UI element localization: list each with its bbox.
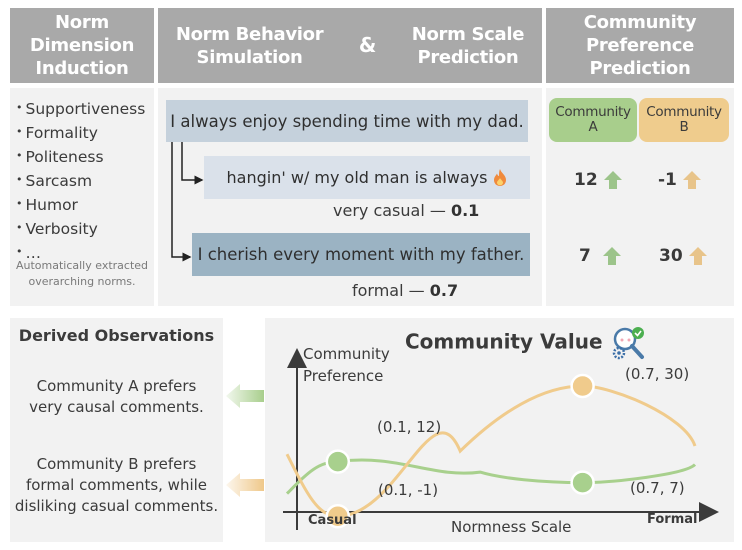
x-tick-casual: Casual [308, 513, 357, 528]
point-label-b-formal: (0.7, 30) [625, 365, 690, 383]
x-axis-label: Normness Scale [451, 518, 572, 536]
upvote-arrow-icon [603, 171, 622, 189]
scale-value: 0.1 [450, 201, 480, 220]
norm-item: Sarcasm [16, 170, 145, 194]
norm-item: Verbosity [16, 218, 145, 242]
point-label-b-casual: (0.1, -1) [378, 481, 439, 499]
upvote-arrow-icon [602, 247, 621, 265]
formal-variant: I cherish every moment with my father. [192, 233, 530, 276]
community-a-casual-value: 12 [574, 169, 624, 191]
header-line: Simulation [196, 46, 303, 68]
scale-label: very casual — [333, 201, 446, 220]
observation-line: Community A prefers [36, 377, 197, 395]
observation-line: Community B prefers [36, 455, 197, 473]
arrow-left-icon [226, 384, 264, 408]
header-line: Preference [585, 35, 695, 56]
norm-item: Formality [16, 122, 145, 146]
fire-icon [493, 169, 507, 186]
caption-line: overarching norms. [28, 275, 136, 288]
source-sentence: I always enjoy spending time with my dad… [166, 100, 528, 142]
x-tick-formal: Formal [647, 512, 698, 527]
tag-line: B [679, 119, 689, 135]
casual-variant-text: hangin' w/ my old man is always [226, 168, 488, 187]
community-a-tag: Community A [549, 98, 637, 142]
header-norm-scale-prediction: Norm Scale Prediction [412, 23, 525, 69]
scale-value: 0.7 [429, 281, 459, 300]
community-preference-panel: Community A Community B 12 -1 7 30 [546, 88, 734, 306]
header-line: Norm Scale [411, 23, 525, 45]
connector-to-casual [181, 142, 204, 185]
casual-variant: hangin' w/ my old man is always [204, 156, 530, 199]
point-label-a-casual: (0.1, 12) [377, 418, 442, 436]
observations-title: Derived Observations [18, 326, 215, 345]
arrow-left-icon [226, 473, 264, 497]
connector-to-formal [171, 142, 192, 262]
tag-line: Community [555, 104, 631, 120]
formal-variant-text: I cherish every moment with my father. [197, 245, 525, 264]
header-line: Dimension [29, 35, 135, 56]
tag-line: A [588, 119, 598, 135]
header-behavior-and-scale: Norm Behavior Simulation & Norm Scale Pr… [158, 8, 542, 83]
norm-dimensions-panel: Supportiveness Formality Politeness Sarc… [10, 88, 154, 306]
source-sentence-text: I always enjoy spending time with my dad… [170, 111, 524, 131]
y-axis-label-line: Community [303, 345, 390, 363]
upvote-count: 30 [659, 246, 683, 266]
caption-line: Automatically extracted [15, 259, 149, 272]
norm-simulation-panel: I always enjoy spending time with my dad… [158, 88, 542, 306]
norm-item: Politeness [16, 146, 145, 170]
community-b-casual-value: -1 [658, 169, 703, 191]
y-axis-label-line: Preference [303, 367, 384, 385]
casual-score: very casual — 0.1 [333, 201, 479, 220]
tag-line: Community [646, 104, 722, 120]
observation-line: very causal comments. [29, 398, 204, 416]
derived-observations-panel: Derived Observations Community A prefers… [10, 318, 223, 542]
upvote-count: 12 [574, 170, 598, 190]
upvote-arrow-icon [688, 247, 707, 265]
header-line: Induction [35, 58, 129, 79]
norm-dimension-list: Supportiveness Formality Politeness Sarc… [16, 98, 146, 266]
point-label-a-formal: (0.7, 7) [630, 479, 685, 497]
upvote-count: -1 [658, 170, 677, 190]
data-point-a-1 [570, 470, 595, 495]
header-line: Prediction [589, 58, 691, 79]
observation-community-a: Community A prefers very causal comments… [10, 376, 223, 418]
observation-line: disliking casual comments. [14, 497, 219, 515]
community-a-formal-value: 7 [579, 245, 623, 267]
observation-community-b: Community B prefers formal comments, whi… [10, 454, 223, 517]
community-b-tag: Community B [639, 98, 729, 142]
norm-item: Supportiveness [16, 98, 146, 122]
header-line: Norm Behavior [175, 23, 324, 45]
community-value-chart-panel: Community Value Community Preference Cas… [265, 318, 734, 542]
norm-caption: Automatically extracted overarching norm… [10, 258, 154, 290]
norm-item: Humor [16, 194, 145, 218]
header-norm-dimension-induction: Norm Dimension Induction [10, 8, 154, 83]
header-norm-behavior-simulation: Norm Behavior Simulation [175, 23, 324, 69]
formal-score: formal — 0.7 [352, 281, 458, 300]
upvote-count: 7 [579, 246, 591, 266]
header-line: Community [583, 12, 697, 33]
data-point-a-0 [325, 449, 351, 474]
scale-label: formal — [352, 281, 425, 300]
upvote-arrow-icon [682, 171, 701, 189]
data-point-b-1 [570, 373, 595, 399]
header-ampersand: & [358, 33, 377, 57]
header-line: Norm [55, 12, 109, 33]
community-b-formal-value: 30 [659, 245, 709, 267]
header-community-preference-prediction: Community Preference Prediction [546, 8, 734, 83]
observation-line: formal comments, while [25, 476, 208, 494]
header-line: Prediction [417, 46, 519, 68]
y-axis-label: Community Preference [303, 343, 390, 387]
observation-arrows [226, 384, 264, 497]
